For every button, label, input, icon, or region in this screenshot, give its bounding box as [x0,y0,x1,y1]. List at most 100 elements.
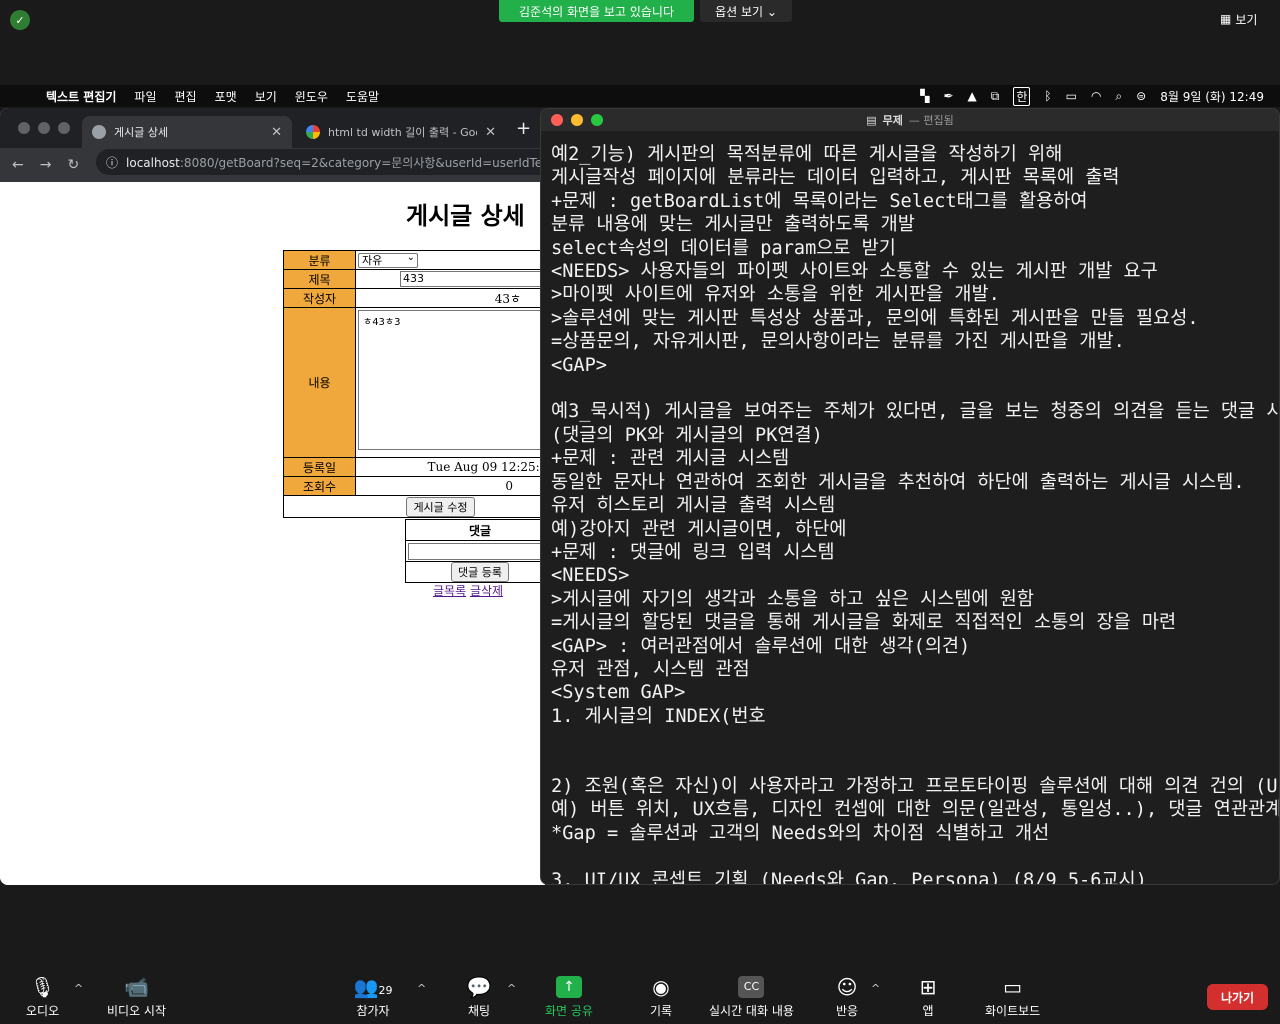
category-select[interactable]: 자유 [358,251,418,268]
search-icon[interactable]: ⌕ [1115,89,1122,104]
chat-icon: 💬 [466,975,492,999]
record-label: 기록 [649,1004,673,1018]
title-input[interactable]: 433 [400,271,545,287]
apps-button[interactable]: ⊞ 앱 [915,976,941,1019]
writer-label: 작성자 [283,288,356,308]
document-line: 유저 히스토리 게시글 출력 시스템 [551,495,836,517]
list-link[interactable]: 글목록 [433,584,466,598]
battery-icon[interactable]: ▭ [1066,89,1077,103]
document-line: <GAP> [551,354,607,376]
zoom-icon[interactable] [591,114,603,126]
participants-button[interactable]: 👥29 참가자 [349,976,397,1019]
layout-icon[interactable]: ▚ [920,89,929,103]
document-line: >마이펫 사이트에 유저와 소통을 위한 게시판을 개발. [551,284,1000,306]
security-shield-icon[interactable]: ✓ [10,10,30,30]
document-line: 예)강아지 관련 게시글이면, 하단에 [551,518,847,540]
apps-icon: ⊞ [919,975,937,999]
document-line: 예) 버튼 위치, UX흐름, 디자인 컨셉에 대한 의문(일관성, 통일성..… [551,799,1279,821]
address-bar[interactable]: ⓘ localhost:8080/getBoard?seq=2&category… [96,149,545,175]
tab-title: html td width 길이 출력 - Google [328,126,477,139]
window-controls[interactable] [18,122,70,134]
cast-icon[interactable]: ⧉ [991,89,1000,104]
back-arrow-icon[interactable]: ← [12,157,24,173]
document-line: 2) 조원(혹은 자신)이 사용자라고 가정하고 프로토타이핑 솔루션에 대해 … [551,775,1279,797]
chat-label: 채팅 [467,1004,491,1018]
reply-input[interactable] [408,542,545,560]
textedit-document-body[interactable]: 예2_기능) 게시판의 목적분류에 따른 게시글을 작성하기 위해 게시글작성 페… [541,131,1279,885]
captions-button[interactable]: CC 실시간 대화 내용 [709,976,794,1019]
reply-header: 댓글 [405,519,545,541]
document-line: 예2_기능) 게시판의 목적분류에 따른 게시글을 작성하기 위해 [551,144,1063,165]
close-icon[interactable]: ✕ [271,125,282,140]
textedit-window: ▤ 무제 — 편집됨 예2_기능) 게시판의 목적분류에 따른 게시글을 작성하… [540,108,1280,885]
audio-caret-icon[interactable]: ^ [74,982,83,995]
grid-icon: ▦ [1220,12,1232,26]
control-center-icon[interactable]: ⊜ [1136,89,1146,103]
content-textarea[interactable]: ㅎ43ㅎ3 [358,310,545,450]
close-icon[interactable]: ✕ [485,125,496,140]
view-button[interactable]: ▦ 보기 [1220,8,1268,30]
document-line: 게시글작성 페이지에 분류라는 데이터 입력하고, 게시판 목록에 출력 [551,167,1120,189]
delete-link[interactable]: 글삭제 [470,584,503,598]
whiteboard-button[interactable]: ▭ 화이트보드 [985,976,1040,1019]
document-line: 분류 내용에 맞는 게시글만 출력하도록 개발 [551,214,915,236]
view-options-button[interactable]: 옵션 보기 ⌄ [700,0,792,22]
menu-view[interactable]: 보기 [255,88,277,105]
chat-button[interactable]: 💬 채팅 [466,976,492,1019]
menu-edit[interactable]: 편집 [175,88,197,105]
reply-submit-button[interactable]: 댓글 등록 [451,562,509,582]
bluetooth-icon[interactable]: ᛒ [1044,89,1051,103]
document-line: +문제 : getBoardList에 목록이라는 Select태그를 활용하여 [551,190,1088,212]
audio-button[interactable]: 🎙 오디오 [26,976,59,1019]
participants-caret-icon[interactable]: ^ [417,982,426,995]
minimize-icon[interactable] [571,114,583,126]
reactions-caret-icon[interactable]: ^ [871,982,880,995]
mac-menubar: 텍스트 편집기 파일 편집 포맷 보기 윈도우 도움말 ▚ ✒ ▲ ⧉ 한 ᛒ … [0,85,1280,107]
menu-app-name[interactable]: 텍스트 편집기 [46,88,116,105]
menu-file[interactable]: 파일 [134,88,156,105]
content-label: 내용 [283,307,356,458]
url-path: :8080/getBoard?seq=2&category=문의사항&userI… [179,155,545,170]
document-line: 3. UI/UX 콘셉트 기획 (Needs와 Gap, Persona) (8… [551,869,1147,885]
leave-button[interactable]: 나가기 [1207,984,1268,1010]
textedit-titlebar: ▤ 무제 — 편집됨 [541,109,1279,131]
reactions-label: 반응 [835,1004,859,1018]
share-arrow-icon: ↑ [555,976,582,998]
info-icon[interactable]: ⓘ [106,154,118,171]
record-button[interactable]: ◉ 기록 [648,976,674,1019]
menu-format[interactable]: 포맷 [215,88,237,105]
title-label: 제목 [283,269,356,289]
regdate-label: 등록일 [283,457,356,477]
captions-label: 실시간 대화 내용 [709,1004,794,1018]
tab-board-detail[interactable]: 게시글 상세 ✕ [82,116,292,148]
input-source-indicator[interactable]: 한 [1013,86,1031,106]
reload-icon[interactable]: ↻ [67,157,79,173]
whiteboard-label: 화이트보드 [985,1004,1041,1018]
video-off-icon: 📹 [124,975,149,999]
wifi-icon[interactable]: ◠ [1091,89,1101,103]
reactions-button[interactable]: ☺ 반응 [834,976,860,1019]
menu-window[interactable]: 윈도우 [295,88,328,105]
video-button[interactable]: 📹 비디오 시작 [107,976,166,1019]
microphone-icon: 🎙 [29,975,56,999]
page-title: 게시글 상세 [406,202,525,230]
pen-icon[interactable]: ✒ [943,89,953,103]
menu-help[interactable]: 도움말 [346,88,379,105]
document-line: >솔루션에 맞는 게시판 특성상 상품과, 문의에 특화된 게시판을 만들 필요… [551,307,1199,329]
drive-icon[interactable]: ▲ [968,89,977,103]
forward-arrow-icon[interactable]: → [40,157,52,173]
tab-title: 게시글 상세 [114,126,169,139]
menubar-clock[interactable]: 8월 9일 (화) 12:49 [1160,88,1264,105]
url-host: localhost [126,155,180,170]
edit-post-button[interactable]: 게시글 수정 [406,496,475,517]
tab-google-search[interactable]: html td width 길이 출력 - Google ✕ [296,116,506,148]
document-icon: ▤ [866,113,877,127]
window-controls[interactable] [551,114,603,126]
new-tab-icon[interactable]: + [516,118,531,139]
chat-caret-icon[interactable]: ^ [507,982,516,995]
writer-value: 43ㅎ [355,288,545,308]
close-icon[interactable] [551,114,563,126]
share-label: 화면 공유 [545,1004,593,1018]
share-screen-button[interactable]: ↑ 화면 공유 [545,976,593,1019]
